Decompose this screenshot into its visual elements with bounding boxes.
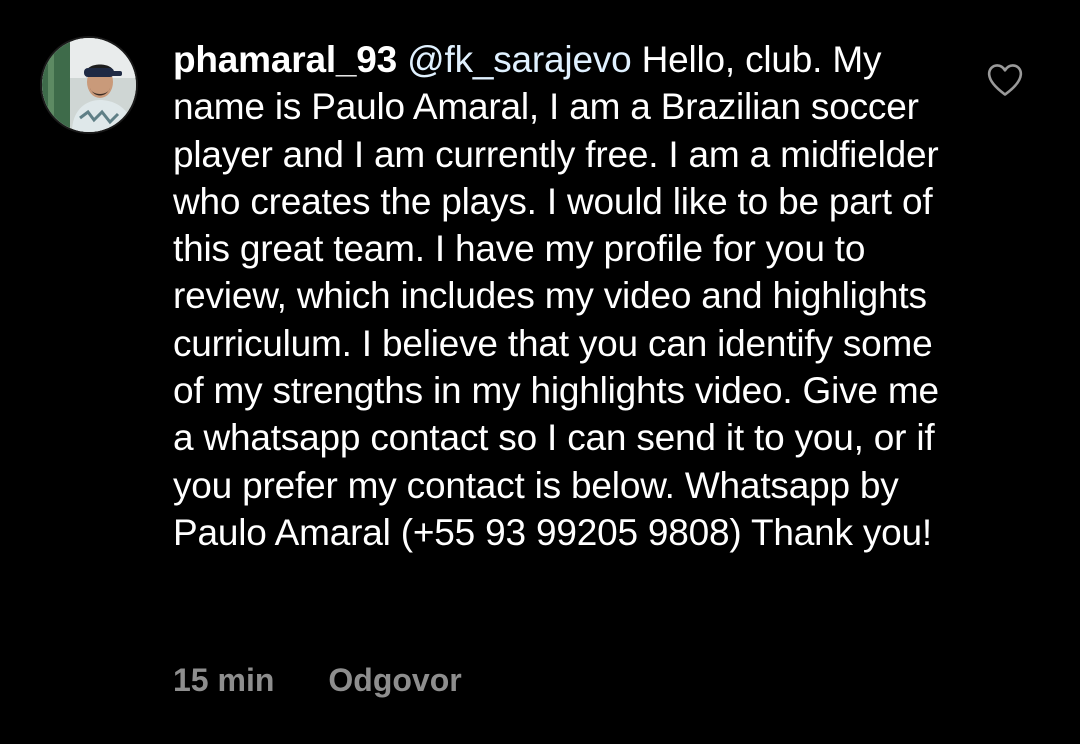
- like-button[interactable]: [986, 62, 1024, 98]
- comment-meta: 15 min Odgovor: [173, 662, 462, 699]
- comment-text: phamaral_93 @fk_sarajevo Hello, club. My…: [173, 36, 963, 556]
- mention-link[interactable]: @fk_sarajevo: [407, 39, 632, 80]
- avatar[interactable]: [42, 38, 136, 132]
- reply-button[interactable]: Odgovor: [328, 662, 461, 699]
- comment-message: Hello, club. My name is Paulo Amaral, I …: [173, 39, 939, 553]
- avatar-photo: [42, 38, 136, 132]
- comment-body: phamaral_93 @fk_sarajevo Hello, club. My…: [173, 36, 963, 556]
- heart-outline-icon: [987, 64, 1023, 96]
- username-link[interactable]: phamaral_93: [173, 39, 397, 80]
- timestamp: 15 min: [173, 662, 275, 698]
- comment-item: phamaral_93 @fk_sarajevo Hello, club. My…: [0, 0, 1080, 744]
